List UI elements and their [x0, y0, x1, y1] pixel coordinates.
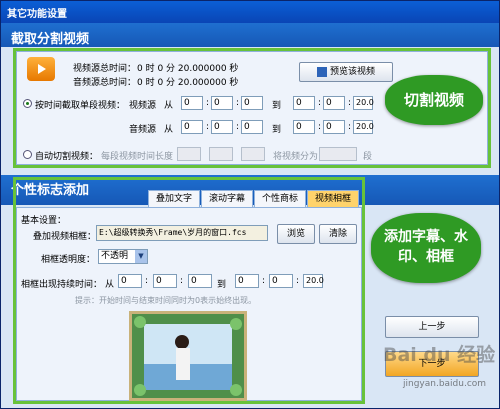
opacity-select[interactable]: 不透明 ▼	[98, 249, 148, 264]
audio-to-hour[interactable]: 0	[293, 120, 315, 134]
audio-total-label: 音频源总时间：	[73, 78, 137, 88]
video-from-hour[interactable]: 0	[181, 96, 203, 110]
clear-button[interactable]: 清除	[319, 224, 357, 244]
appear-to-second[interactable]: 20.0	[303, 274, 324, 288]
browse-button[interactable]: 浏览	[277, 224, 315, 244]
auto-split-label: 自动切割视频：	[35, 152, 99, 162]
appear-time-label: 相框出现持续时间：	[21, 280, 103, 290]
tab-custom-logo[interactable]: 个性商标	[254, 190, 306, 207]
video-from-minute[interactable]: 0	[211, 96, 233, 110]
appear-from-second[interactable]: 0	[188, 274, 212, 288]
appear-to-label: 到	[217, 280, 227, 290]
video-total-value: 0 时 0 分 20.000000 秒	[137, 64, 239, 74]
appear-from-label: 从	[105, 280, 115, 290]
section1-heading: 截取分割视频	[11, 32, 90, 47]
segment-count-input[interactable]	[319, 147, 357, 161]
appear-to-minute[interactable]: 0	[269, 274, 293, 288]
segment-second-input[interactable]	[241, 147, 265, 161]
by-time-radio[interactable]	[23, 99, 32, 108]
opacity-label: 相框透明度：	[41, 255, 96, 265]
segment-minute-input[interactable]	[209, 147, 233, 161]
segment-hour-input[interactable]	[177, 147, 201, 161]
chevron-down-icon[interactable]: ▼	[135, 250, 147, 263]
video-file-icon	[27, 57, 55, 81]
video-from-second[interactable]: 0	[241, 96, 263, 110]
split-into-label: 将视频分为	[273, 152, 319, 162]
by-time-label: 按时间截取单段视频：	[35, 101, 126, 111]
auto-split-radio[interactable]	[23, 150, 32, 159]
video-to-hour[interactable]: 0	[293, 96, 315, 110]
audio-from-second[interactable]: 0	[241, 120, 263, 134]
frame-path-input[interactable]: E:\超级转换秀\Frame\岁月的窗口.fcs	[96, 225, 268, 241]
segment-unit-label: 段	[363, 152, 373, 162]
audio-to-label: 到	[272, 125, 282, 135]
basic-settings-label: 基本设置：	[21, 216, 67, 226]
preview-video-button[interactable]: 预览该视频	[299, 62, 393, 82]
audio-total-value: 0 时 0 分 20.000000 秒	[137, 78, 239, 88]
video-to-minute[interactable]: 0	[323, 96, 345, 110]
appear-from-hour[interactable]: 0	[118, 274, 142, 288]
audio-from-hour[interactable]: 0	[181, 120, 203, 134]
frame-preview-image	[129, 311, 247, 401]
audio-source-label: 音频源	[129, 125, 157, 135]
video-from-label: 从	[164, 101, 174, 111]
segment-length-label: 每段视频时间长度	[101, 152, 174, 162]
video-to-label: 到	[272, 101, 282, 111]
audio-from-label: 从	[164, 125, 174, 135]
frame-label: 叠加视频相框：	[33, 232, 97, 242]
annotation-bubble-cut-video: 切割视频	[385, 75, 483, 125]
appear-to-hour[interactable]: 0	[235, 274, 259, 288]
settings-window: 其它功能设置 截取分割视频 视频源总时间： 0 时 0 分 20.000000 …	[0, 0, 500, 409]
audio-to-second[interactable]: 20.0	[353, 120, 374, 134]
tab-overlay-text[interactable]: 叠加文字	[148, 190, 200, 207]
video-to-second[interactable]: 20.0	[353, 96, 374, 110]
prev-step-button[interactable]: 上一步	[385, 316, 479, 338]
appear-from-minute[interactable]: 0	[153, 274, 177, 288]
watermark-url: jingyan.baidu.com	[403, 379, 487, 389]
annotation-bubble-add-overlay: 添加字幕、水印、相框	[371, 213, 481, 283]
audio-to-minute[interactable]: 0	[323, 120, 345, 134]
watermark-brand: Bai du 经验	[383, 344, 496, 366]
audio-from-minute[interactable]: 0	[211, 120, 233, 134]
window-title: 其它功能设置	[1, 1, 499, 23]
video-total-label: 视频源总时间：	[73, 64, 137, 74]
tab-scrolling-subtitle[interactable]: 滚动字幕	[201, 190, 253, 207]
preview-video-button-label: 预览该视频	[329, 67, 375, 77]
opacity-select-value: 不透明	[101, 251, 129, 261]
hint-text: 提示：开始时间与结束时间同时为0表示始终出现。	[75, 296, 257, 305]
video-source-label: 视频源	[129, 101, 157, 111]
tab-video-frame[interactable]: 视频相框	[307, 190, 359, 207]
film-icon	[316, 66, 327, 77]
